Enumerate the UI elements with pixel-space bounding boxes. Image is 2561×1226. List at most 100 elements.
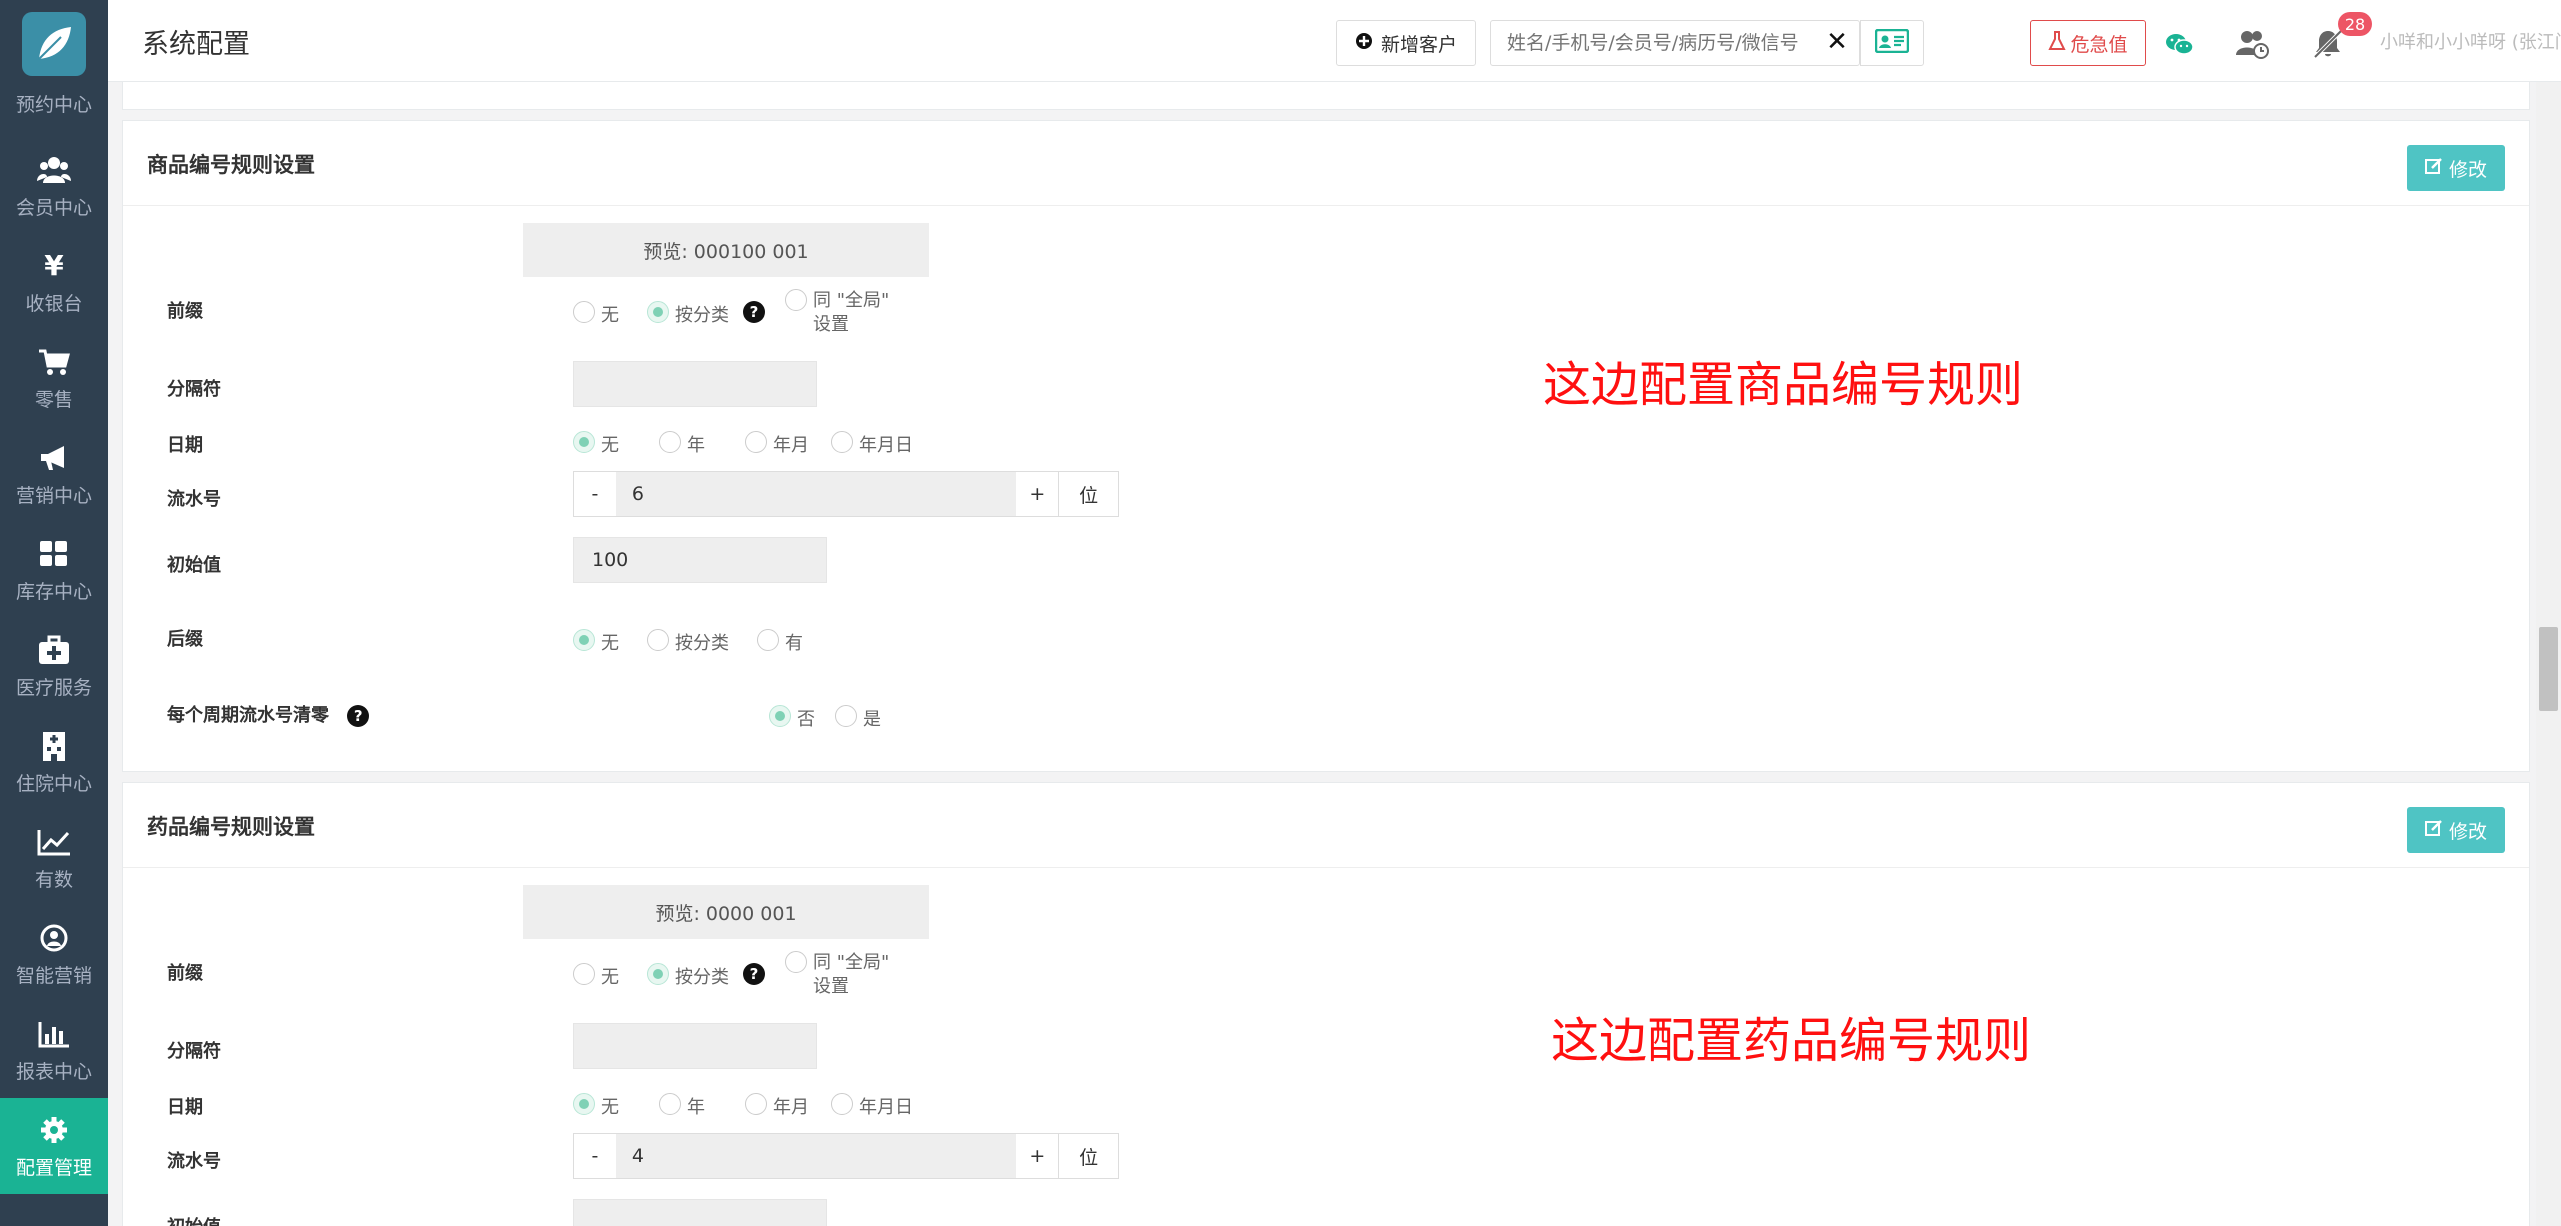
sidebar-item-members[interactable]: 会员中心 (0, 138, 108, 234)
goods-annotation: 这边配置商品编号规则 (1543, 357, 2024, 413)
separator-label: 分隔符 (167, 379, 221, 400)
radio-button (573, 629, 595, 651)
radio-button (659, 1093, 681, 1115)
edit-button[interactable]: 修改 (2407, 807, 2505, 853)
edit-icon (2424, 157, 2443, 180)
sidebar-item-analytics[interactable]: 有数 (0, 810, 108, 906)
help-icon[interactable]: ? (743, 301, 765, 323)
prefix-option-global[interactable]: 同 "全局" 设置 (785, 289, 889, 337)
code-preview: 预览: 0000 001 (523, 885, 929, 939)
add-customer-button[interactable]: 新增客户 (1336, 20, 1476, 66)
wechat-icon[interactable] (2158, 22, 2202, 66)
date-option-none[interactable]: 无 (573, 431, 619, 457)
radio-label: 年 (687, 435, 705, 456)
staff-schedule-icon[interactable] (2230, 22, 2274, 66)
prefix-option-category[interactable]: 按分类 ? (647, 963, 765, 989)
customer-search: ✕ (1490, 20, 1860, 66)
sidebar-item-label: 医疗服务 (15, 676, 92, 699)
sidebar-item-inventory[interactable]: 库存中心 (0, 522, 108, 618)
sidebar-item-reports[interactable]: 报表中心 (0, 1002, 108, 1098)
content-area: 商品编号规则设置 修改 预览: 000100 001 前缀 无 按分类 ? 同 … (108, 82, 2536, 1226)
date-option-year[interactable]: 年 (659, 1093, 705, 1119)
decrement-button[interactable]: - (574, 1134, 616, 1178)
suffix-option-category[interactable]: 按分类 (647, 629, 729, 655)
scrollbar-thumb[interactable] (2539, 627, 2558, 711)
hospital-icon (37, 729, 71, 763)
radio-button (831, 1093, 853, 1115)
sidebar-item-label: 库存中心 (15, 580, 92, 603)
suffix-label: 后缀 (167, 629, 203, 650)
sidebar-item-retail[interactable]: 零售 (0, 330, 108, 426)
search-input[interactable] (1491, 21, 1821, 65)
date-option-year[interactable]: 年 (659, 431, 705, 457)
reset-cycle-text: 每个周期流水号清零 (167, 705, 329, 726)
page-title: 系统配置 (142, 29, 250, 60)
sidebar-item-medical[interactable]: 医疗服务 (0, 618, 108, 714)
reset-option-no[interactable]: 否 (769, 705, 815, 731)
sidebar-item-smart-marketing[interactable]: 智能营销 (0, 906, 108, 1002)
leaf-logo-icon (22, 12, 86, 76)
initial-value-input[interactable]: 100 (573, 537, 827, 583)
decrement-button[interactable]: - (574, 472, 616, 516)
sidebar-item-cashier[interactable]: ¥ 收银台 (0, 234, 108, 330)
critical-value-button[interactable]: 危急值 (2030, 20, 2146, 66)
radio-label: 无 (601, 305, 619, 326)
date-option-year-month[interactable]: 年月 (745, 431, 809, 457)
sidebar-item-label: 有数 (34, 868, 73, 891)
close-icon[interactable]: ✕ (1825, 29, 1849, 55)
prefix-option-category[interactable]: 按分类 ? (647, 301, 765, 327)
date-option-none[interactable]: 无 (573, 1093, 619, 1119)
radio-label: 有 (785, 633, 803, 654)
edit-button[interactable]: 修改 (2407, 145, 2505, 191)
date-option-year-month-day[interactable]: 年月日 (831, 431, 913, 457)
sidebar-item-marketing[interactable]: 营销中心 (0, 426, 108, 522)
increment-button[interactable]: + (1016, 1134, 1059, 1178)
prefix-option-global[interactable]: 同 "全局" 设置 (785, 951, 889, 999)
page-scrollbar[interactable] (2536, 82, 2561, 1226)
radio-label: 年月 (773, 435, 809, 456)
date-option-year-month[interactable]: 年月 (745, 1093, 809, 1119)
serial-label: 流水号 (167, 489, 221, 510)
serial-length-input[interactable]: 6 (615, 472, 1017, 516)
serial-label: 流水号 (167, 1151, 221, 1172)
radio-button (647, 963, 669, 985)
radio-label: 是 (863, 709, 881, 730)
date-option-year-month-day[interactable]: 年月日 (831, 1093, 913, 1119)
separator-input[interactable] (573, 361, 817, 407)
top-bar: 系统配置 新增客户 ✕ 危急值 28 小咩和小小咩呀 (张江门诊部) ⌄ (108, 0, 2561, 82)
divider (123, 205, 2529, 206)
id-card-button[interactable] (1860, 20, 1924, 66)
radio-button (785, 289, 807, 311)
radio-label: 年 (687, 1097, 705, 1118)
initial-value-input[interactable] (573, 1199, 827, 1226)
support-icon (37, 921, 71, 955)
suffix-option-custom[interactable]: 有 (757, 629, 803, 655)
suffix-option-none[interactable]: 无 (573, 629, 619, 655)
critical-value-label: 危急值 (2070, 33, 2128, 56)
prefix-option-none[interactable]: 无 (573, 963, 619, 989)
unit-label: 位 (1058, 1134, 1118, 1178)
radio-button (647, 301, 669, 323)
user-menu[interactable]: 小咩和小小咩呀 (张江门诊部) ⌄ (2380, 28, 2561, 54)
medkit-icon (37, 633, 71, 667)
initial-value-label: 初始值 (167, 1213, 221, 1226)
megaphone-icon (37, 441, 71, 475)
help-icon[interactable]: ? (347, 705, 370, 727)
unit-label: 位 (1058, 472, 1118, 516)
user-name: 小咩和小小咩呀 (张江门诊部) (2380, 32, 2561, 53)
edit-label: 修改 (2448, 158, 2487, 181)
drug-annotation: 这边配置药品编号规则 (1551, 1013, 2032, 1069)
sidebar-item-appointment[interactable]: 预约中心 (0, 72, 108, 132)
prefix-label: 前缀 (167, 301, 203, 322)
serial-length-input[interactable]: 4 (615, 1134, 1017, 1178)
radio-label: 否 (797, 709, 815, 730)
initial-value-label: 初始值 (167, 555, 221, 576)
help-icon[interactable]: ? (743, 963, 765, 985)
prefix-option-none[interactable]: 无 (573, 301, 619, 327)
sidebar-item-inpatient[interactable]: 住院中心 (0, 714, 108, 810)
separator-input[interactable] (573, 1023, 817, 1069)
reset-option-yes[interactable]: 是 (835, 705, 881, 731)
plus-circle-icon (1355, 32, 1373, 55)
increment-button[interactable]: + (1016, 472, 1059, 516)
sidebar-item-config[interactable]: 配置管理 (0, 1098, 108, 1194)
